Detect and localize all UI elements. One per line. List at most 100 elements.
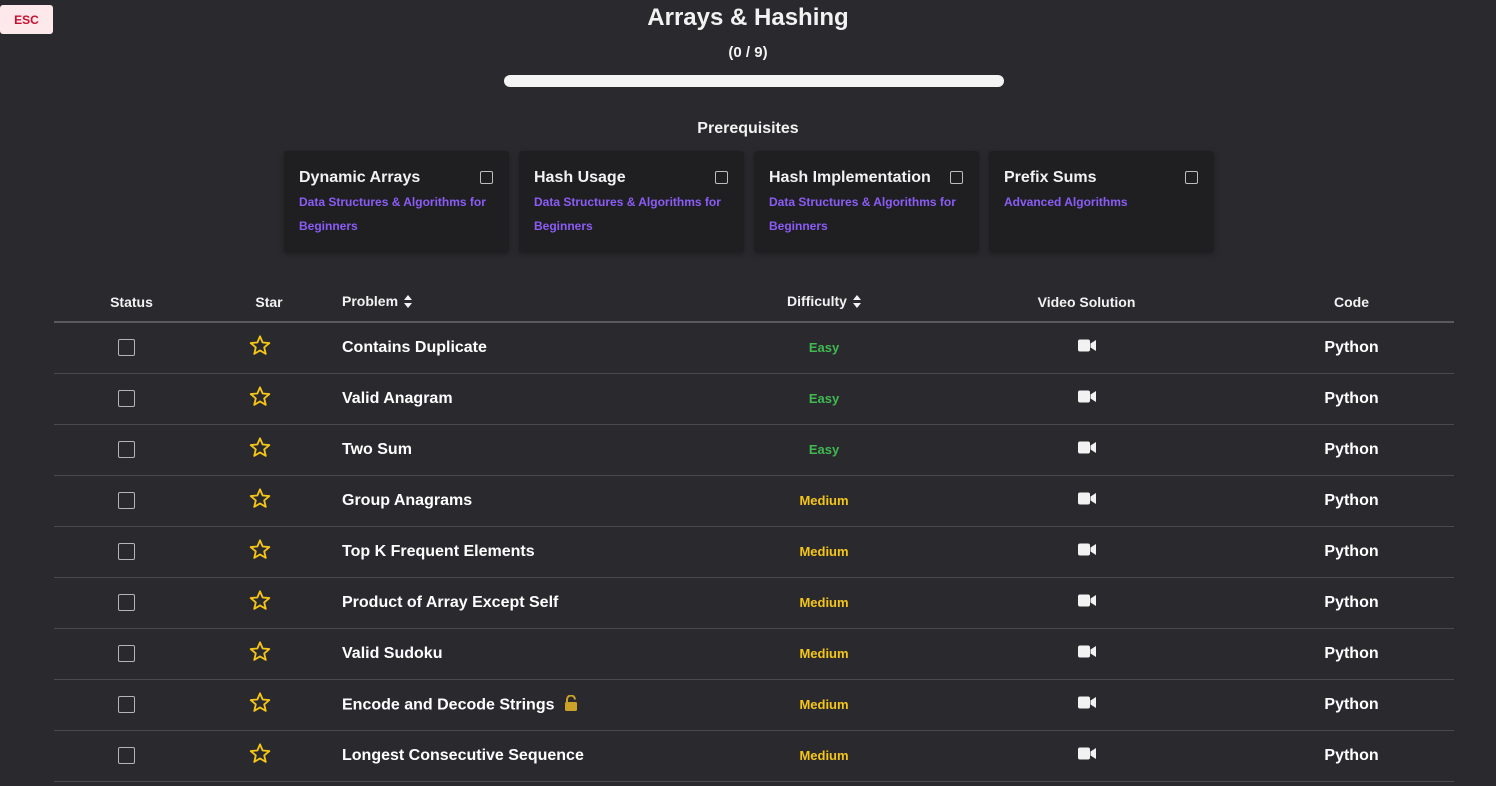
status-checkbox[interactable] — [118, 747, 135, 765]
problem-link[interactable]: Longest Consecutive Sequence — [342, 747, 584, 764]
problem-link[interactable]: Group Anagrams — [342, 492, 472, 509]
difficulty-cell: Medium — [724, 526, 924, 578]
video-camera-icon[interactable] — [1077, 645, 1096, 663]
problem-cell: Group Anagrams — [329, 475, 724, 527]
problems-table: Status Star Problem Difficulty Video Sol… — [54, 283, 1454, 782]
code-cell: Python — [1249, 679, 1454, 731]
video-camera-icon[interactable] — [1077, 747, 1096, 765]
problem-cell: Contains Duplicate — [329, 322, 724, 374]
prerequisite-name: Prefix Sums — [1004, 169, 1097, 186]
prerequisite-name: Hash Implementation — [769, 169, 931, 186]
header-problem[interactable]: Problem — [329, 283, 724, 323]
star-icon[interactable] — [249, 692, 271, 718]
video-camera-icon[interactable] — [1077, 594, 1096, 612]
code-link[interactable]: Python — [1324, 645, 1378, 662]
prerequisite-course-link[interactable]: Advanced Algorithms — [1004, 190, 1199, 214]
code-cell: Python — [1249, 577, 1454, 629]
star-icon[interactable] — [249, 590, 271, 616]
difficulty-cell: Medium — [724, 679, 924, 731]
status-checkbox[interactable] — [118, 441, 135, 459]
difficulty-badge: Easy — [808, 391, 840, 406]
code-link[interactable]: Python — [1324, 594, 1378, 611]
difficulty-cell: Easy — [724, 322, 924, 374]
difficulty-cell: Easy — [724, 424, 924, 476]
star-icon[interactable] — [249, 641, 271, 667]
code-link[interactable]: Python — [1324, 339, 1378, 356]
status-checkbox[interactable] — [118, 390, 135, 408]
problem-cell: Encode and Decode Strings — [329, 679, 724, 731]
status-checkbox[interactable] — [118, 696, 135, 714]
difficulty-badge: Medium — [799, 646, 849, 661]
star-cell — [209, 628, 329, 680]
difficulty-badge: Easy — [808, 340, 840, 355]
prerequisite-checkbox[interactable] — [1185, 171, 1198, 184]
prerequisite-course-link[interactable]: Data Structures & Algorithms for Beginne… — [769, 190, 964, 238]
code-link[interactable]: Python — [1324, 441, 1378, 458]
star-icon[interactable] — [249, 539, 271, 565]
prerequisite-course-link[interactable]: Data Structures & Algorithms for Beginne… — [534, 190, 729, 238]
star-icon[interactable] — [249, 743, 271, 769]
header-difficulty[interactable]: Difficulty — [724, 283, 924, 323]
star-icon[interactable] — [249, 488, 271, 514]
status-checkbox[interactable] — [118, 645, 135, 663]
difficulty-cell: Medium — [724, 475, 924, 527]
prerequisite-checkbox[interactable] — [480, 171, 493, 184]
problem-link[interactable]: Valid Anagram — [342, 390, 453, 407]
video-cell — [924, 322, 1249, 374]
status-checkbox[interactable] — [118, 339, 135, 357]
problem-link[interactable]: Contains Duplicate — [342, 339, 487, 356]
star-cell — [209, 526, 329, 578]
page-title: Arrays & Hashing — [647, 4, 849, 31]
code-link[interactable]: Python — [1324, 696, 1378, 713]
code-link[interactable]: Python — [1324, 543, 1378, 560]
status-checkbox[interactable] — [118, 492, 135, 510]
video-camera-icon[interactable] — [1077, 441, 1096, 459]
star-icon[interactable] — [249, 437, 271, 463]
difficulty-cell: Medium — [724, 628, 924, 680]
prerequisites-heading: Prerequisites — [697, 120, 799, 137]
table-header-row: Status Star Problem Difficulty Video Sol… — [54, 283, 1454, 323]
table-row: Product of Array Except Self Medium Python — [54, 577, 1454, 629]
video-cell — [924, 373, 1249, 425]
video-camera-icon[interactable] — [1077, 543, 1096, 561]
prerequisite-course-link[interactable]: Data Structures & Algorithms for Beginne… — [299, 190, 494, 238]
problem-link[interactable]: Two Sum — [342, 441, 412, 458]
status-checkbox[interactable] — [118, 543, 135, 561]
video-camera-icon[interactable] — [1077, 339, 1096, 357]
video-camera-icon[interactable] — [1077, 492, 1096, 510]
code-cell: Python — [1249, 424, 1454, 476]
code-cell: Python — [1249, 628, 1454, 680]
sort-icon[interactable] — [852, 294, 861, 311]
header-video-solution: Video Solution — [924, 283, 1249, 323]
unlock-icon — [564, 694, 578, 716]
problem-link[interactable]: Valid Sudoku — [342, 645, 442, 662]
code-link[interactable]: Python — [1324, 492, 1378, 509]
problem-link[interactable]: Product of Array Except Self — [342, 594, 558, 611]
problem-link[interactable]: Top K Frequent Elements — [342, 543, 535, 560]
prerequisite-name: Hash Usage — [534, 169, 626, 186]
status-cell — [54, 475, 209, 527]
problem-cell: Product of Array Except Self — [329, 577, 724, 629]
header-difficulty-label: Difficulty — [787, 293, 847, 310]
difficulty-badge: Medium — [799, 697, 849, 712]
sort-icon[interactable] — [404, 294, 413, 311]
code-link[interactable]: Python — [1324, 747, 1378, 764]
problem-link[interactable]: Encode and Decode Strings — [342, 696, 554, 713]
star-icon[interactable] — [249, 335, 271, 361]
table-row: Contains Duplicate Easy Python — [54, 322, 1454, 374]
star-icon[interactable] — [249, 386, 271, 412]
header-problem-label: Problem — [342, 293, 399, 310]
status-checkbox[interactable] — [118, 594, 135, 612]
status-cell — [54, 322, 209, 374]
video-camera-icon[interactable] — [1077, 696, 1096, 714]
prerequisite-checkbox[interactable] — [715, 171, 728, 184]
prerequisite-checkbox[interactable] — [950, 171, 963, 184]
video-cell — [924, 577, 1249, 629]
video-camera-icon[interactable] — [1077, 390, 1096, 408]
prerequisite-name: Dynamic Arrays — [299, 169, 421, 186]
progress-bar — [504, 75, 1004, 87]
code-link[interactable]: Python — [1324, 390, 1378, 407]
problem-cell: Valid Anagram — [329, 373, 724, 425]
difficulty-badge: Medium — [799, 544, 849, 559]
table-row: Encode and Decode Strings Medium Python — [54, 679, 1454, 731]
